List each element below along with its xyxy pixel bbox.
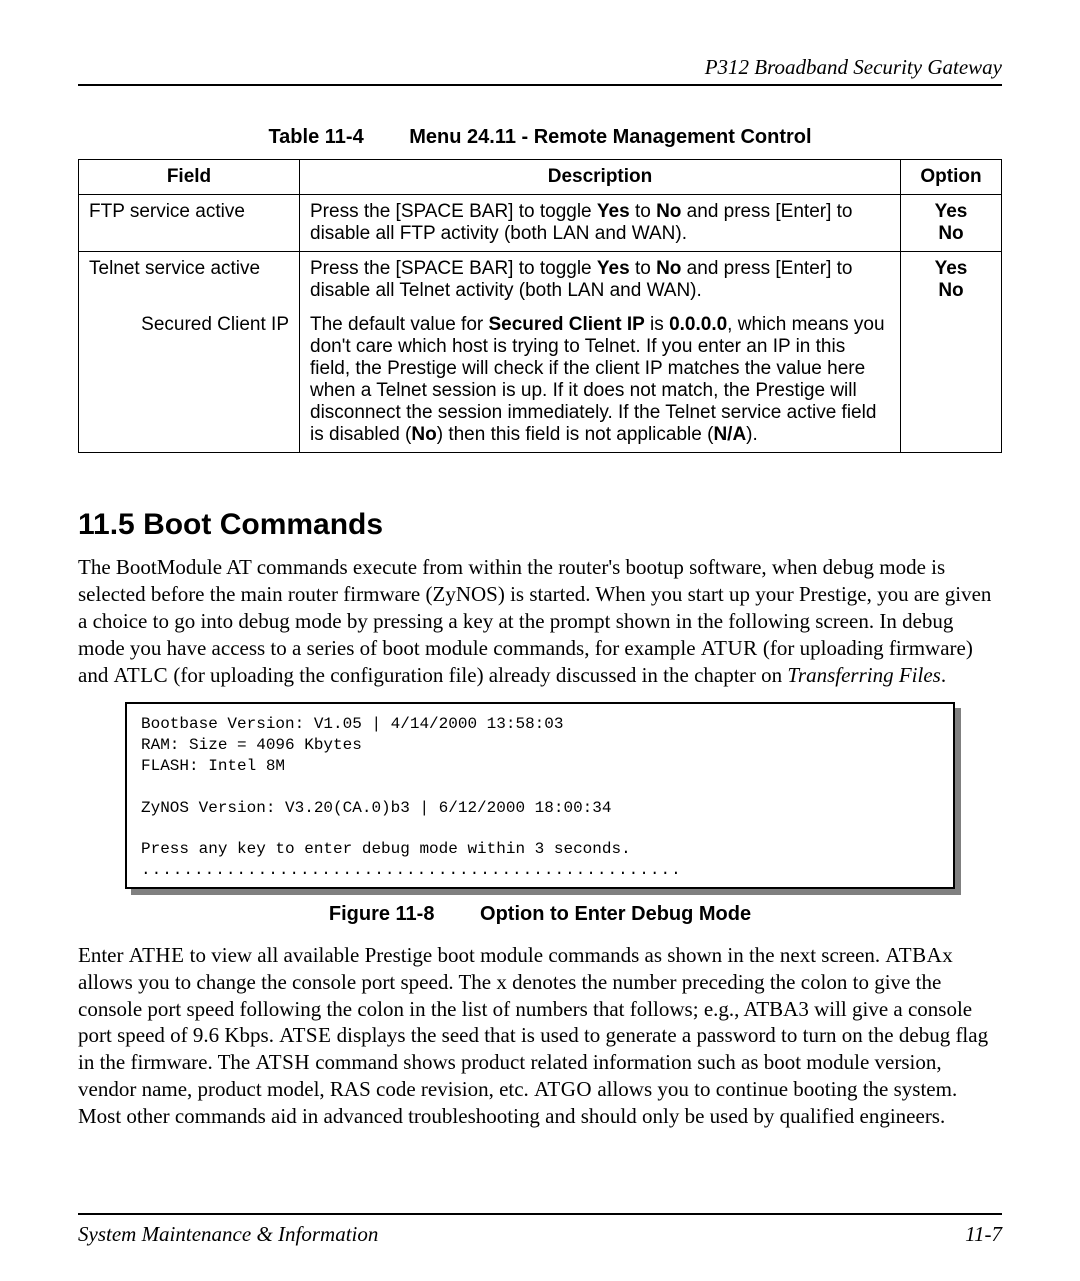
code-line: ZyNOS Version: V3.20(CA.0)b3 | 6/12/2000… bbox=[141, 799, 611, 817]
command-text: ATBAx bbox=[885, 943, 953, 967]
cell-desc: Press the [SPACE BAR] to toggle Yes to N… bbox=[300, 195, 901, 252]
body-paragraph: The BootModule AT commands execute from … bbox=[78, 554, 1002, 688]
code-line: RAM: Size = 4096 Kbytes bbox=[141, 736, 362, 754]
code-block: Bootbase Version: V1.05 | 4/14/2000 13:5… bbox=[125, 702, 955, 888]
code-content: Bootbase Version: V1.05 | 4/14/2000 13:5… bbox=[125, 702, 955, 888]
text: ). bbox=[746, 424, 758, 445]
text: is bbox=[645, 314, 669, 335]
text: to bbox=[630, 258, 656, 279]
code-line: FLASH: Intel 8M bbox=[141, 757, 285, 775]
figure-caption: Figure 11-8 Option to Enter Debug Mode bbox=[78, 903, 1002, 926]
command-text: ATSE bbox=[279, 1023, 331, 1047]
figure-caption-label: Figure 11-8 bbox=[329, 903, 435, 925]
text-bold: Yes bbox=[597, 258, 630, 279]
reference-text: Transferring Files bbox=[787, 663, 940, 687]
page-header: P312 Broadband Security Gateway bbox=[78, 55, 1002, 80]
text: (for uploading the configuration file) a… bbox=[168, 663, 787, 687]
text: Press the [SPACE BAR] to toggle bbox=[310, 201, 597, 222]
cell-desc: The default value for Secured Client IP … bbox=[300, 308, 901, 453]
opt-no: No bbox=[938, 280, 963, 301]
text-bold: Secured Client IP bbox=[489, 314, 645, 335]
text: The default value for bbox=[310, 314, 489, 335]
header-rule bbox=[78, 84, 1002, 86]
text: . bbox=[941, 663, 946, 687]
command-text: ATLC bbox=[114, 663, 169, 687]
text-bold: No bbox=[656, 258, 681, 279]
th-field: Field bbox=[79, 160, 300, 195]
text-bold: N/A bbox=[713, 424, 746, 445]
text: to view all available Prestige boot modu… bbox=[184, 943, 885, 967]
table-row: Secured Client IP The default value for … bbox=[79, 308, 1002, 453]
cell-option: Yes No bbox=[901, 252, 1002, 309]
text: to bbox=[630, 201, 656, 222]
text-bold: 0.0.0.0 bbox=[669, 314, 727, 335]
text-bold: Yes bbox=[597, 201, 630, 222]
command-text: ATUR bbox=[701, 636, 758, 660]
table-caption-label: Table 11-4 bbox=[268, 126, 363, 148]
table-header-row: Field Description Option bbox=[79, 160, 1002, 195]
opt-yes: Yes bbox=[935, 201, 968, 222]
text: Press the [SPACE BAR] to toggle bbox=[310, 258, 597, 279]
footer-right: 11-7 bbox=[965, 1222, 1002, 1247]
text: Enter bbox=[78, 943, 129, 967]
remote-management-table: Field Description Option FTP service act… bbox=[78, 159, 1002, 453]
figure-caption-title: Option to Enter Debug Mode bbox=[480, 903, 751, 925]
code-line: Bootbase Version: V1.05 | 4/14/2000 13:5… bbox=[141, 715, 563, 733]
cell-field: Secured Client IP bbox=[79, 308, 300, 453]
section-heading: 11.5 Boot Commands bbox=[78, 508, 1002, 542]
cell-field: Telnet service active bbox=[79, 252, 300, 309]
command-text: ATSH bbox=[255, 1050, 310, 1074]
table-row: Telnet service active Press the [SPACE B… bbox=[79, 252, 1002, 309]
code-line: ........................................… bbox=[141, 861, 682, 879]
text-bold: No bbox=[656, 201, 681, 222]
cell-desc: Press the [SPACE BAR] to toggle Yes to N… bbox=[300, 252, 901, 309]
opt-no: No bbox=[938, 223, 963, 244]
table-row: FTP service active Press the [SPACE BAR]… bbox=[79, 195, 1002, 252]
opt-yes: Yes bbox=[935, 258, 968, 279]
code-line: Press any key to enter debug mode within… bbox=[141, 840, 631, 858]
th-option: Option bbox=[901, 160, 1002, 195]
page-footer: System Maintenance & Information 11-7 bbox=[78, 1222, 1002, 1247]
footer-rule bbox=[78, 1213, 1002, 1215]
command-text: ATHE bbox=[129, 943, 185, 967]
table-caption: Table 11-4 Menu 24.11 - Remote Managemen… bbox=[78, 126, 1002, 149]
footer-left: System Maintenance & Information bbox=[78, 1222, 378, 1247]
document-page: P312 Broadband Security Gateway Table 11… bbox=[0, 0, 1080, 1281]
table-caption-title: Menu 24.11 - Remote Management Control bbox=[409, 126, 811, 148]
th-desc: Description bbox=[300, 160, 901, 195]
cell-option: Yes No bbox=[901, 195, 1002, 252]
text-bold: No bbox=[411, 424, 436, 445]
cell-field: FTP service active bbox=[79, 195, 300, 252]
body-paragraph: Enter ATHE to view all available Prestig… bbox=[78, 942, 1002, 1130]
command-text: ATGO bbox=[534, 1077, 592, 1101]
cell-option bbox=[901, 308, 1002, 453]
text: ) then this field is not applicable ( bbox=[437, 424, 714, 445]
